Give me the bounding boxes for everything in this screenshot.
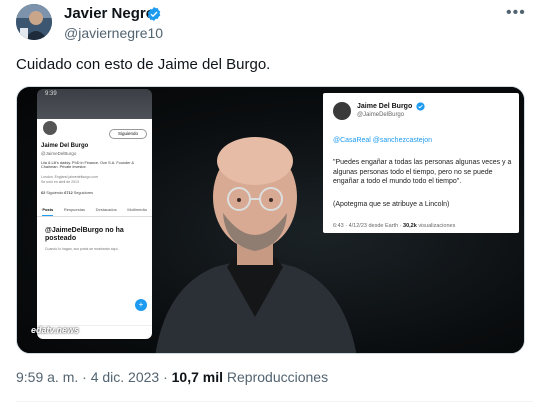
quoted-aside: (Apotegma que se atribuye a Lincoln) — [333, 201, 450, 208]
author-name[interactable]: Javier Negre — [64, 5, 154, 22]
phone-clock: 9:39 — [45, 91, 57, 97]
profile-avatar — [41, 119, 59, 137]
quoted-name: Jaime Del Burgo — [357, 103, 413, 110]
more-options-icon[interactable]: ••• — [506, 4, 526, 22]
profile-counts: 62 Siguiendo 6712 Seguidores — [41, 191, 93, 195]
following-label: Siguiendo — [46, 191, 64, 195]
quoted-text: "Puedes engañar a todas las personas alg… — [333, 159, 512, 185]
follow-button: Siguiendo — [109, 129, 147, 139]
empty-state-subtitle: Cuando lo hagan, sus posts se mostrarán … — [45, 247, 119, 251]
empty-state-title: @JaimeDelBurgo no ha posteado — [45, 227, 124, 242]
quoted-meta: 6:43 · 4/12/23 desde Earth · 30,2k visua… — [333, 223, 455, 229]
quoted-meta-time: 6:43 · 4/12/23 desde Earth · — [333, 223, 404, 229]
tweet-text: Cuidado con esto de Jaime del Burgo. — [16, 56, 271, 73]
tab-highlights: Destacados — [95, 207, 117, 212]
profile-tabs: Posts Respuestas Destacados Multimedia — [37, 205, 152, 217]
view-label: Reproducciones — [223, 369, 329, 385]
followers-count: 6712 — [64, 191, 73, 195]
profile-joined: Se unió en abril de 2013 — [41, 180, 79, 184]
author-avatar[interactable] — [16, 4, 52, 40]
quoted-tweet-card: Jaime Del Burgo @JaimeDelBurgo @CasaReal… — [323, 93, 519, 233]
profile-handle: @JaimeDelBurgo — [41, 151, 77, 156]
quoted-meta-views-label: visualizaciones — [416, 223, 456, 229]
author-handle[interactable]: @javiernegre10 — [64, 25, 163, 41]
following-count: 62 — [41, 191, 46, 195]
tweet: Javier Negre @javiernegre10 ••• Cuidado … — [0, 0, 549, 404]
profile-location: London, England — [41, 175, 68, 179]
quoted-mentions: @CasaReal @sanchezcastejon — [333, 137, 433, 144]
phone-screenshot: 9:39 Siguiendo Jaime Del Burgo @JaimeDel… — [37, 89, 152, 339]
view-count: 10,7 mil — [171, 369, 224, 385]
quoted-handle: @JaimeDelBurgo — [357, 112, 405, 118]
tab-replies: Respuestas — [63, 207, 85, 212]
quoted-verified-icon — [416, 102, 425, 111]
profile-name: Jaime Del Burgo — [41, 143, 89, 149]
profile-bio: Lila & Lili's daddy. PhD in Finance. Oce… — [41, 161, 135, 170]
phone-profile-screen: Siguiendo Jaime Del Burgo @JaimeDelBurgo… — [37, 119, 152, 325]
divider — [16, 401, 533, 402]
tab-posts: Posts — [42, 205, 54, 216]
tweet-footer: 9:59 a. m. · 4 dic. 2023 · 10,7 mil Repr… — [16, 369, 328, 385]
tab-media: Multimedia — [127, 207, 147, 212]
quoted-meta-views: 30,2k — [403, 223, 417, 229]
followers-label: Seguidores — [73, 191, 93, 195]
profile-meta: London, England jaimedelburgo.com Se uni… — [41, 175, 141, 185]
quoted-avatar — [333, 102, 351, 120]
tweet-media[interactable]: 9:39 Siguiendo Jaime Del Burgo @JaimeDel… — [16, 86, 525, 354]
profile-link: jaimedelburgo.com — [68, 175, 99, 179]
verified-badge-icon — [147, 7, 161, 21]
tweet-timestamp[interactable]: 9:59 a. m. · 4 dic. 2023 · — [16, 369, 172, 385]
watermark: edatv.news — [31, 325, 80, 335]
